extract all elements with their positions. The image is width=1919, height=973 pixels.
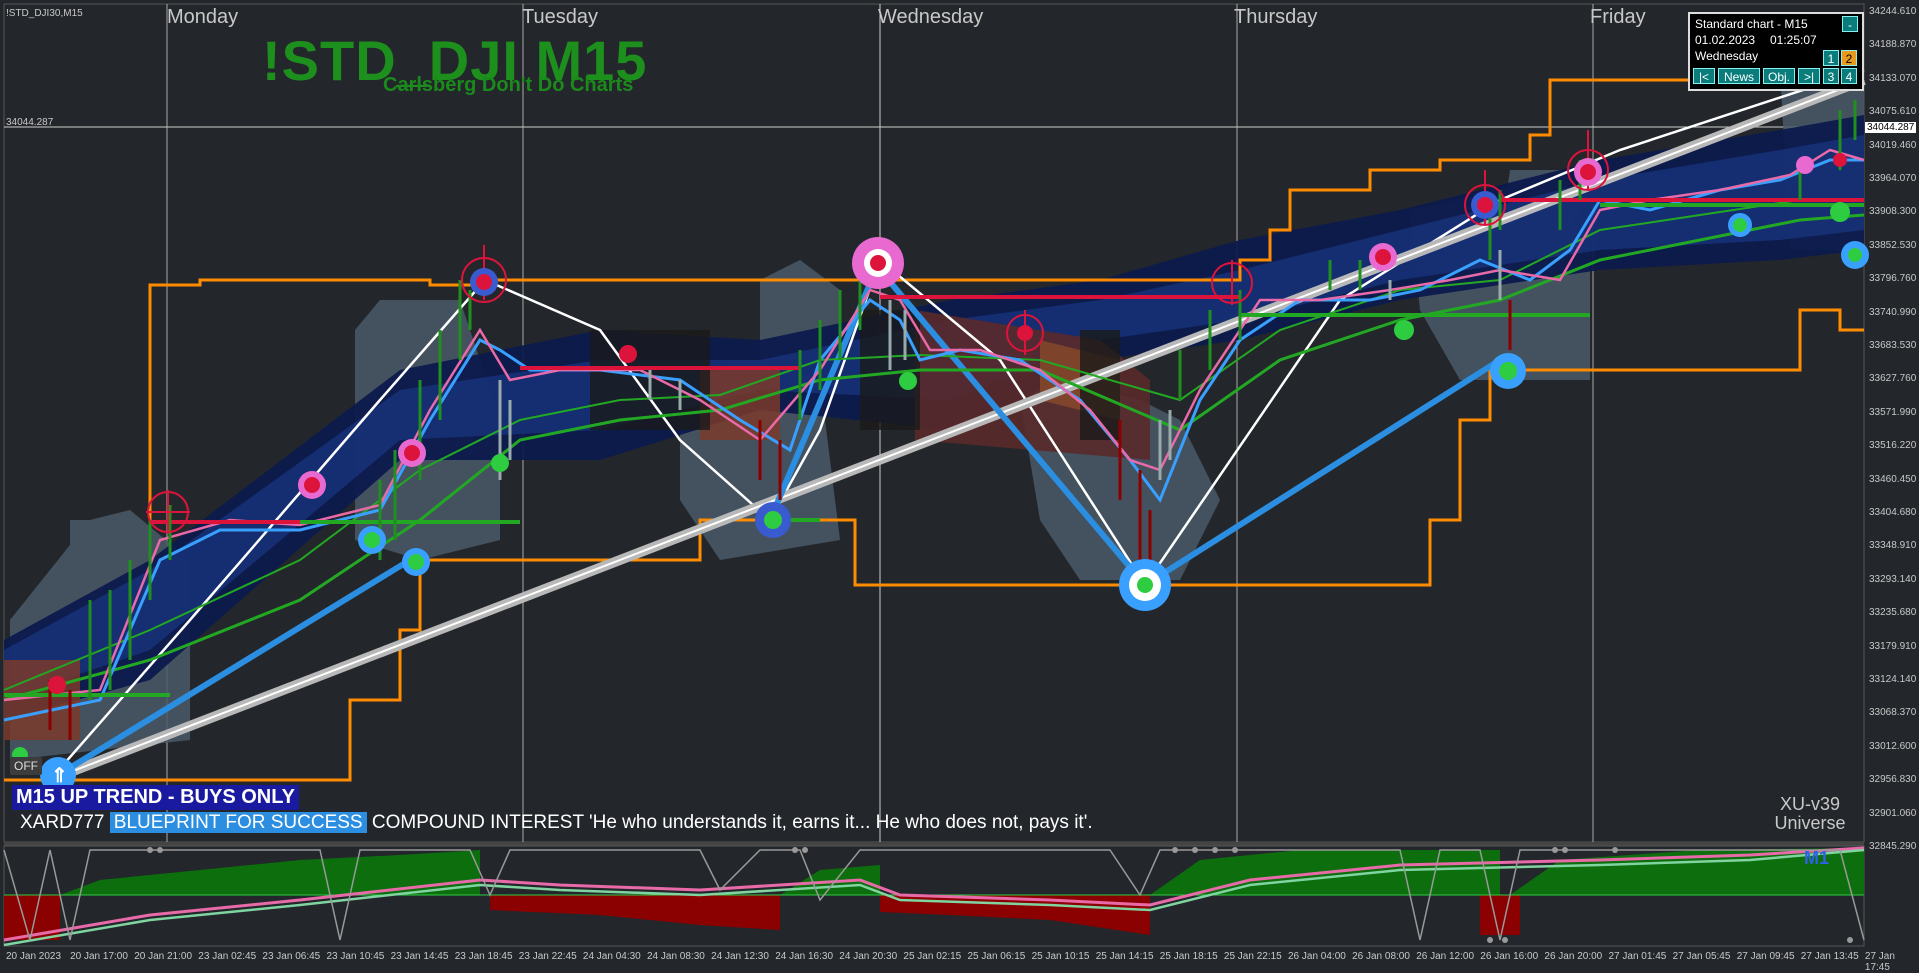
day-label-friday: Friday: [1590, 6, 1646, 28]
off-toggle-button[interactable]: OFF: [10, 757, 42, 775]
quote-line: XARD777 BLUEPRINT FOR SUCCESS COMPOUND I…: [20, 812, 1093, 834]
time-tick: 24 Jan 08:30: [647, 951, 705, 962]
price-tick: 33348.910: [1869, 540, 1917, 552]
price-tick: 32956.830: [1869, 774, 1917, 786]
news-button[interactable]: News: [1718, 68, 1760, 84]
info-date: 01.02.2023: [1695, 33, 1756, 47]
price-tick: 34244.610: [1869, 6, 1917, 17]
price-tick: 33404.680: [1869, 507, 1917, 518]
time-tick: 23 Jan 22:45: [518, 951, 577, 962]
time-tick: 27 Jan 17:45: [1864, 951, 1895, 973]
time-tick: 27 Jan 05:45: [1672, 951, 1731, 962]
price-tick: 33683.530: [1869, 340, 1917, 351]
time-tick: 26 Jan 16:00: [1480, 951, 1539, 962]
time-tick: 25 Jan 06:15: [967, 951, 1026, 962]
price-tick: 32845.290: [1869, 841, 1917, 852]
svg-text:⇑: ⇑: [51, 765, 68, 787]
next-button[interactable]: >|: [1798, 68, 1820, 84]
time-tick: 23 Jan 02:45: [198, 951, 257, 962]
price-tick: 33796.760: [1869, 273, 1917, 285]
trend-banner: M15 UP TREND - BUYS ONLY: [12, 785, 299, 810]
info-weekday: Wednesday: [1695, 49, 1759, 63]
time-tick: 26 Jan 20:00: [1544, 951, 1603, 962]
time-tick: 23 Jan 06:45: [262, 951, 321, 962]
time-tick: 24 Jan 16:30: [775, 951, 834, 962]
time-tick: 25 Jan 22:15: [1223, 951, 1282, 962]
time-tick: 24 Jan 20:30: [839, 951, 898, 962]
price-tick: 33293.140: [1869, 573, 1917, 585]
day-label-monday: Monday: [167, 6, 239, 28]
price-tick: 33179.910: [1869, 640, 1917, 652]
time-tick: 27 Jan 13:45: [1800, 951, 1859, 962]
quote-badge: BLUEPRINT FOR SUCCESS: [109, 812, 367, 833]
info-time: 01:25:07: [1770, 33, 1817, 47]
objects-button[interactable]: Obj.: [1763, 68, 1795, 84]
sub-pane-label: M1: [1804, 848, 1830, 868]
price-tick: 33627.760: [1869, 373, 1917, 385]
quote-text: COMPOUND INTEREST 'He who understands it…: [371, 812, 1093, 833]
price-tick: 33012.600: [1869, 740, 1917, 752]
price-tick: 32901.060: [1869, 807, 1917, 819]
price-tick: 33740.990: [1869, 306, 1917, 318]
time-tick: 25 Jan 02:15: [903, 951, 962, 962]
time-tick: 20 Jan 17:00: [70, 951, 128, 962]
price-tick: 33852.530: [1869, 239, 1917, 251]
price-tick: 34188.870: [1869, 39, 1917, 51]
prev-button[interactable]: |<: [1693, 68, 1715, 84]
time-tick: 27 Jan 09:45: [1736, 951, 1795, 962]
time-tick: 23 Jan 10:45: [326, 951, 385, 962]
symbol-label: !STD_DJI30,M15: [6, 8, 83, 19]
layout-2-button[interactable]: 2: [1841, 50, 1857, 66]
price-tick: 34133.070: [1869, 72, 1917, 84]
current-price-badge: 34044.287: [1865, 122, 1917, 133]
day-label-wednesday: Wednesday: [878, 6, 984, 28]
pane-separator[interactable]: [4, 842, 1864, 846]
price-tick: 33124.140: [1869, 674, 1917, 685]
time-tick: 24 Jan 12:30: [711, 951, 769, 962]
time-tick: 25 Jan 18:15: [1159, 951, 1218, 962]
quote-author: XARD777: [20, 812, 105, 833]
price-tick: 33068.370: [1869, 707, 1917, 719]
price-tick: 34075.610: [1869, 106, 1917, 118]
price-tick: 33460.450: [1869, 473, 1917, 485]
price-tick: 33235.680: [1869, 607, 1917, 619]
time-tick: 25 Jan 10:15: [1031, 951, 1090, 962]
time-tick: 26 Jan 12:00: [1416, 951, 1475, 962]
chart-subtitle: Carlsberg Don't Do Charts: [383, 74, 634, 96]
day-label-thursday: Thursday: [1234, 6, 1318, 28]
time-tick: 20 Jan 21:00: [134, 951, 193, 962]
time-tick: 26 Jan 04:00: [1288, 951, 1346, 962]
layout-3-button[interactable]: 3: [1823, 68, 1839, 84]
time-tick: 20 Jan 2023: [6, 951, 62, 962]
time-tick: 26 Jan 08:00: [1352, 951, 1410, 962]
universe-label: Universe: [1774, 813, 1846, 833]
price-tick: 33908.300: [1869, 206, 1917, 218]
time-tick: 24 Jan 04:30: [582, 951, 641, 962]
price-tick: 33964.070: [1869, 173, 1917, 184]
minimize-button[interactable]: -: [1842, 16, 1858, 32]
price-tick: 33516.220: [1869, 440, 1917, 452]
price-tick: 33571.990: [1869, 406, 1917, 418]
day-label-tuesday: Tuesday: [522, 6, 598, 28]
version-label: XU-v39: [1779, 794, 1841, 814]
price-tick: 34019.460: [1869, 139, 1917, 151]
info-panel: Standard chart - M15 01.02.2023 01:25:07…: [1688, 12, 1864, 91]
layout-4-button[interactable]: 4: [1841, 68, 1857, 84]
time-tick: 25 Jan 14:15: [1095, 951, 1154, 962]
time-tick: 23 Jan 18:45: [454, 951, 513, 962]
time-tick: 27 Jan 01:45: [1608, 951, 1667, 962]
crosshair-price-label: 34044.287: [6, 117, 54, 128]
layout-1-button[interactable]: 1: [1823, 50, 1839, 66]
time-tick: 23 Jan 14:45: [390, 951, 449, 962]
info-chart-type: Standard chart - M15: [1695, 17, 1808, 31]
